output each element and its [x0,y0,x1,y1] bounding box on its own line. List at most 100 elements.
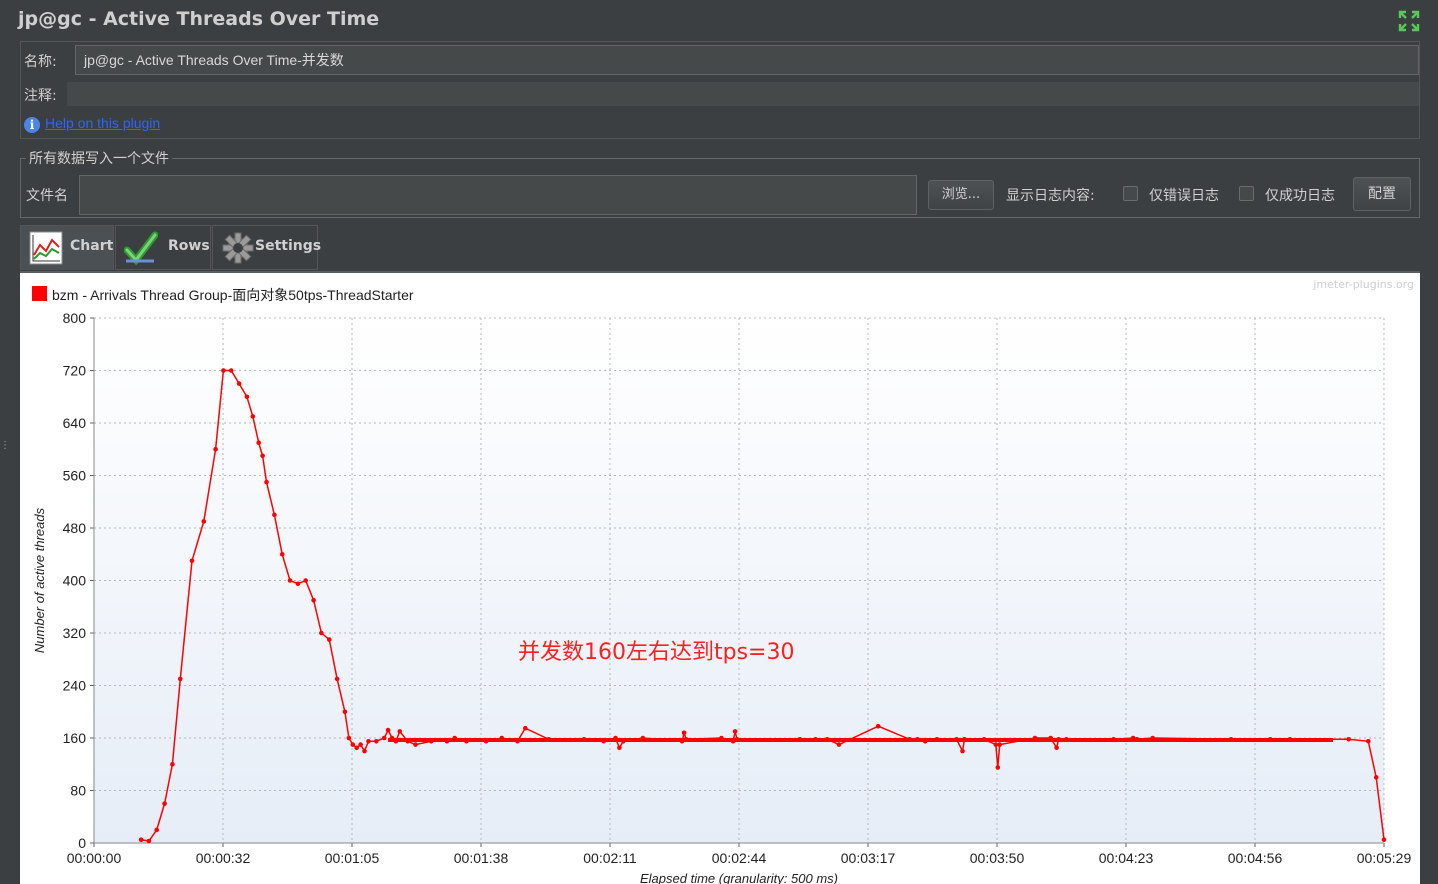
comment-label: 注释: [24,88,57,104]
checkmark-icon [124,231,158,265]
name-input[interactable]: jp@gc - Active Threads Over Time-并发数 [75,45,1419,75]
series-point [346,735,352,741]
series-point [327,637,332,642]
series-point [178,676,183,682]
success-only-checkbox[interactable] [1239,186,1254,201]
chart-icon [29,231,63,265]
series-point [272,512,277,518]
series-point [138,837,144,842]
legend-label: bzm - Arrivals Thread Group-面向对象50tps-Th… [52,287,414,303]
tab-settings[interactable]: Settings [212,225,321,270]
series-point [154,827,159,833]
series-point [244,394,250,400]
x-tick-label: 00:00:00 [67,850,122,866]
x-tick-label: 00:03:50 [970,850,1025,866]
tab-rows-label: Rows [168,238,210,254]
series-point [875,723,881,729]
series-point [358,742,363,747]
series-point [162,801,167,806]
x-tick-label: 00:02:44 [712,850,767,866]
x-tick-label: 00:04:23 [1099,850,1154,866]
series-point [213,447,218,452]
series-point [319,630,324,636]
series-point [413,742,418,747]
series-point [295,581,301,587]
series-point [170,762,175,767]
series-point [960,748,965,754]
series-point [287,578,293,583]
configure-button[interactable]: 配置 [1353,177,1411,211]
tab-chart[interactable]: Chart [20,225,114,270]
window-title: jp@gc - Active Threads Over Time [18,8,380,30]
x-tick-label: 00:01:38 [454,850,509,866]
log-content-label: 显示日志内容: [1006,188,1095,204]
series-point [189,558,195,564]
info-icon: i [24,117,40,133]
series-point [236,381,242,386]
y-tick-label: 80 [70,783,86,799]
help-link[interactable]: Help on this plugin [45,115,160,131]
info-panel: 名称: jp@gc - Active Threads Over Time-并发数… [20,41,1420,139]
x-tick-label: 00:04:56 [1228,850,1283,866]
name-label: 名称: [24,54,57,70]
y-tick-label: 640 [63,415,87,431]
errors-only-label: 仅错误日志 [1149,188,1219,204]
y-tick-label: 720 [63,363,87,379]
series-point [279,552,285,557]
series-point [260,453,265,459]
series-point [1381,837,1387,842]
series-point [334,676,340,682]
series-point [228,368,234,373]
filename-label: 文件名 [26,188,68,204]
expand-icon[interactable] [1398,10,1420,32]
y-tick-label: 800 [63,310,87,326]
tab-rows[interactable]: Rows [115,225,211,270]
x-tick-label: 00:05:29 [1357,850,1412,866]
chart-panel: 0 80 160 240 320 400 480 560 640 720 800 00:00:00 00… [20,271,1420,884]
series-point [732,729,738,734]
series-point [1366,739,1371,744]
chart-annotation: 并发数160左右达到tps=30 [518,640,794,665]
series-point [264,479,269,485]
y-tick-label: 400 [63,573,87,589]
series-point [1373,775,1379,780]
active-threads-chart: 0 80 160 240 320 400 480 560 640 720 800 00:00:00 00… [32,278,1414,884]
series-point [1346,737,1351,742]
series-point [146,838,152,844]
left-rail-handle[interactable]: ⋮ [0,440,10,480]
series-point [397,729,403,734]
series-point [366,739,371,744]
x-axis-label: Elapsed time (granularity: 500 ms) [640,871,838,884]
series-point [374,739,379,744]
file-panel-legend: 所有数据写入一个文件 [26,148,172,168]
watermark: jmeter-plugins.org [1312,278,1414,291]
y-axis-label: Number of active threads [32,507,47,653]
x-tick-label: 00:01:05 [325,850,380,866]
comment-input[interactable] [67,82,1419,106]
series-point [681,730,687,736]
series-point [342,709,348,715]
tab-chart-label: Chart [70,238,114,254]
file-output-panel: 文件名 浏览... 显示日志内容: 仅错误日志 仅成功日志 配置 [20,158,1420,218]
x-tick-label: 00:02:11 [583,850,637,866]
series-point [997,742,1002,747]
series-point [311,597,316,603]
errors-only-checkbox[interactable] [1123,186,1138,201]
y-tick-label: 560 [63,468,87,484]
browse-button[interactable]: 浏览... [928,180,994,210]
series-point [250,414,256,419]
series-point [354,745,360,751]
y-tick-label: 0 [78,835,86,851]
x-tick-label: 00:00:32 [196,850,251,866]
series-point [995,765,1001,770]
series-point [1054,745,1059,751]
series-point [836,742,842,747]
series-point [221,368,226,373]
series-point [523,725,528,731]
series-point [201,519,207,524]
series-point [362,748,367,754]
x-tick-label: 00:03:17 [841,850,896,866]
filename-input[interactable] [79,175,917,215]
y-tick-label: 320 [63,625,87,641]
series-point [381,735,387,741]
